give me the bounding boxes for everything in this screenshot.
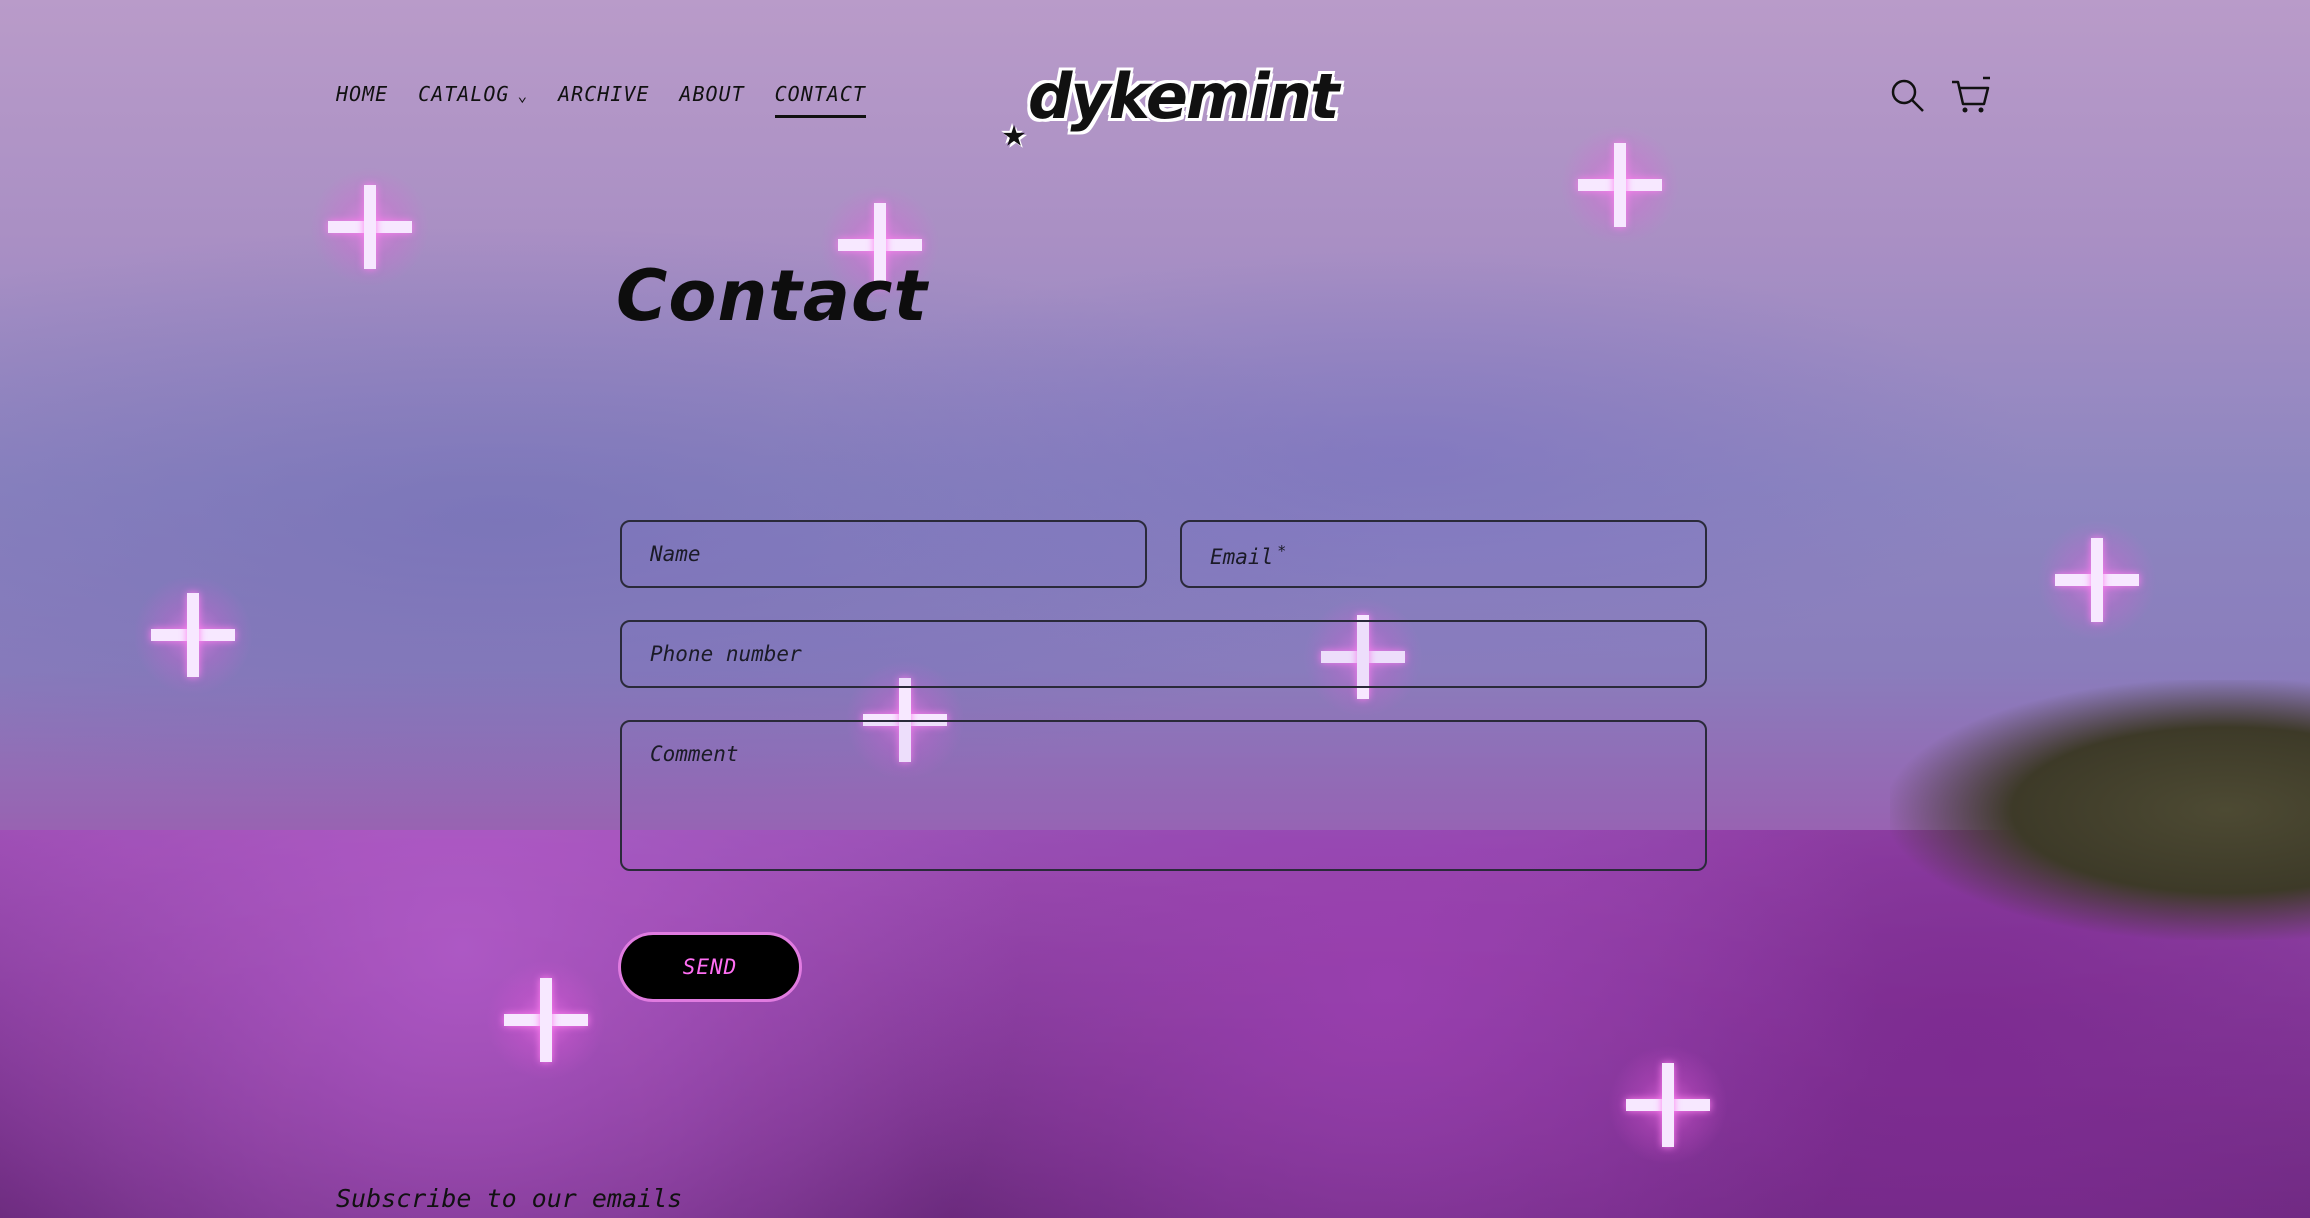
- sparkle-icon: [310, 167, 430, 287]
- nav-contact[interactable]: CONTACT: [774, 82, 867, 118]
- sparkle-icon: [1560, 125, 1680, 245]
- site-logo[interactable]: ★ dykemint: [1002, 42, 1339, 156]
- star-icon: ★: [1002, 110, 1027, 156]
- page-title: Contact: [616, 255, 928, 337]
- background-hill: [1890, 680, 2310, 940]
- sparkle-icon: [2037, 520, 2157, 640]
- nav-catalog-label: CATALOG: [418, 82, 510, 106]
- name-field[interactable]: [620, 520, 1147, 588]
- send-button[interactable]: SEND: [618, 932, 802, 1002]
- phone-input[interactable]: [622, 622, 1705, 686]
- name-input[interactable]: [622, 522, 1145, 586]
- cart-icon[interactable]: [1950, 76, 1990, 116]
- comment-textarea[interactable]: [622, 722, 1705, 869]
- email-input[interactable]: [1182, 522, 1705, 586]
- comment-field[interactable]: [620, 720, 1707, 871]
- email-field[interactable]: Email *: [1180, 520, 1707, 588]
- subscribe-heading: Subscribe to our emails: [336, 1184, 683, 1213]
- logo-text: dykemint: [1028, 60, 1339, 133]
- nav-about[interactable]: ABOUT: [679, 82, 744, 106]
- sparkle-icon: [133, 575, 253, 695]
- chevron-down-icon: ⌄: [517, 86, 529, 105]
- phone-field[interactable]: [620, 620, 1707, 688]
- nav-home[interactable]: HOME: [336, 82, 388, 106]
- nav-archive[interactable]: ARCHIVE: [558, 82, 649, 106]
- main-nav: HOME CATALOG ⌄ ARCHIVE ABOUT CONTACT: [336, 82, 867, 118]
- search-icon[interactable]: [1888, 76, 1928, 116]
- nav-catalog[interactable]: CATALOG ⌄: [418, 82, 528, 106]
